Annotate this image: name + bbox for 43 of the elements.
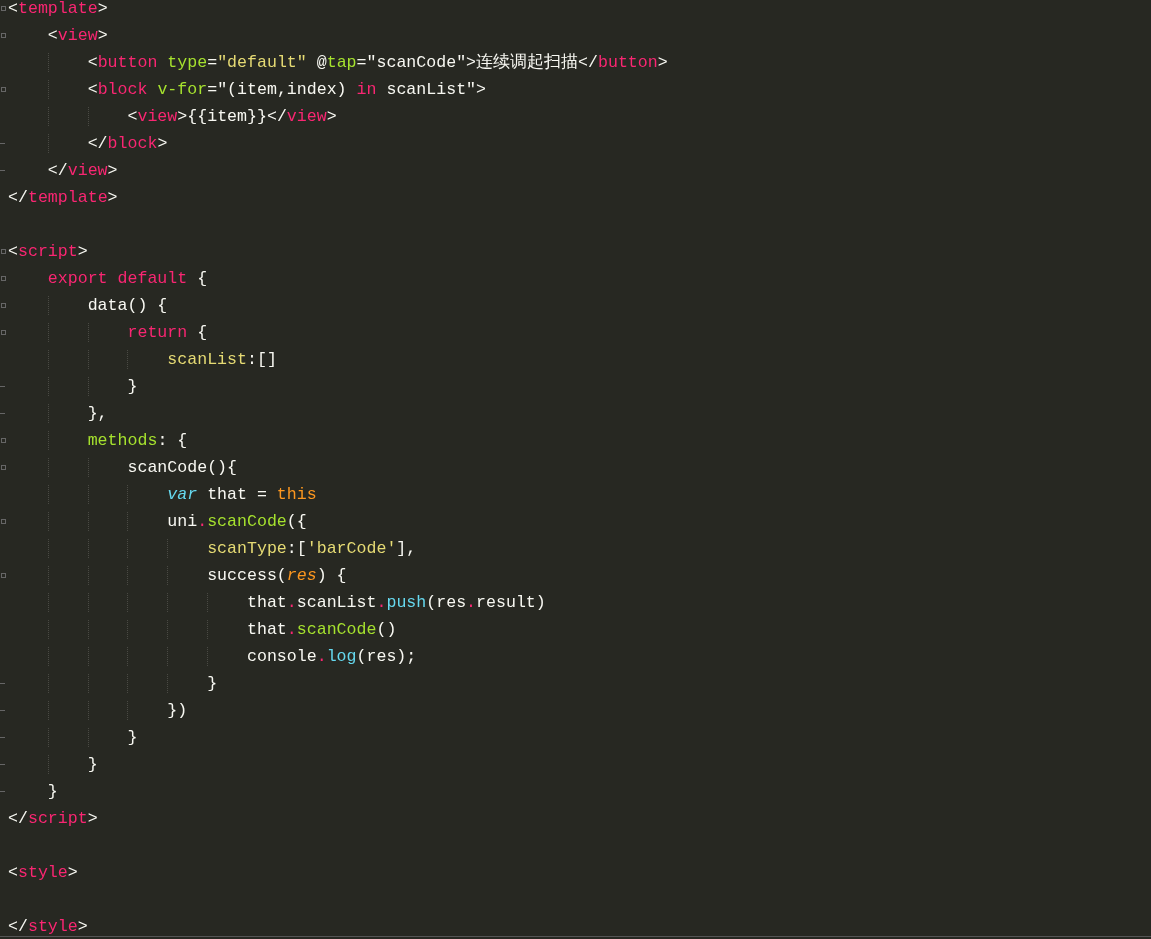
code-line: </style> [8,917,88,936]
code-line: </view> [46,161,118,180]
code-line: <style> [8,863,78,882]
code-line: that.scanList.push(res.result) [8,593,546,612]
code-line: </template> [8,188,118,207]
code-line: <button type="default" @tap="scanCode">连续调起扫描</button> [8,53,668,72]
code-line: }) [8,701,188,720]
fold-icon[interactable] [1,465,6,470]
fold-icon[interactable] [1,249,6,254]
code-line: <view>{{item}}</view> [8,107,337,126]
code-line: }, [8,404,108,423]
fold-icon[interactable] [1,33,6,38]
fold-icon[interactable] [1,303,6,308]
code-line: <script> [8,242,88,261]
fold-icon[interactable] [1,573,6,578]
code-line: } [46,782,58,801]
code-line: <view> [46,26,108,45]
fold-icon[interactable] [1,87,6,92]
code-line: var that = this [8,485,317,504]
code-line: } [8,755,98,774]
code-line: export default { [46,269,208,288]
code-line: scanList:[] [8,350,277,369]
code-line: scanType:['barCode'], [8,539,417,558]
code-line: } [8,728,138,747]
code-line: return { [8,323,208,342]
fold-icon[interactable] [1,6,6,11]
code-line: uni.scanCode({ [8,512,307,531]
code-line: success(res) { [8,566,347,585]
fold-icon[interactable] [1,276,6,281]
fold-icon[interactable] [1,519,6,524]
code-line: </script> [8,809,98,828]
code-line: methods: { [8,431,188,450]
code-line: } [8,674,218,693]
code-line: that.scanCode() [8,620,397,639]
code-line: <block v-for="(item,index) in scanList"> [8,80,486,99]
code-line: </block> [8,134,168,153]
fold-icon[interactable] [1,330,6,335]
code-line: } [8,377,138,396]
code-line: scanCode(){ [8,458,238,477]
code-line: console.log(res); [8,647,417,666]
code-line: <template> [8,0,108,18]
fold-icon[interactable] [1,438,6,443]
code-line: data() { [8,296,168,315]
